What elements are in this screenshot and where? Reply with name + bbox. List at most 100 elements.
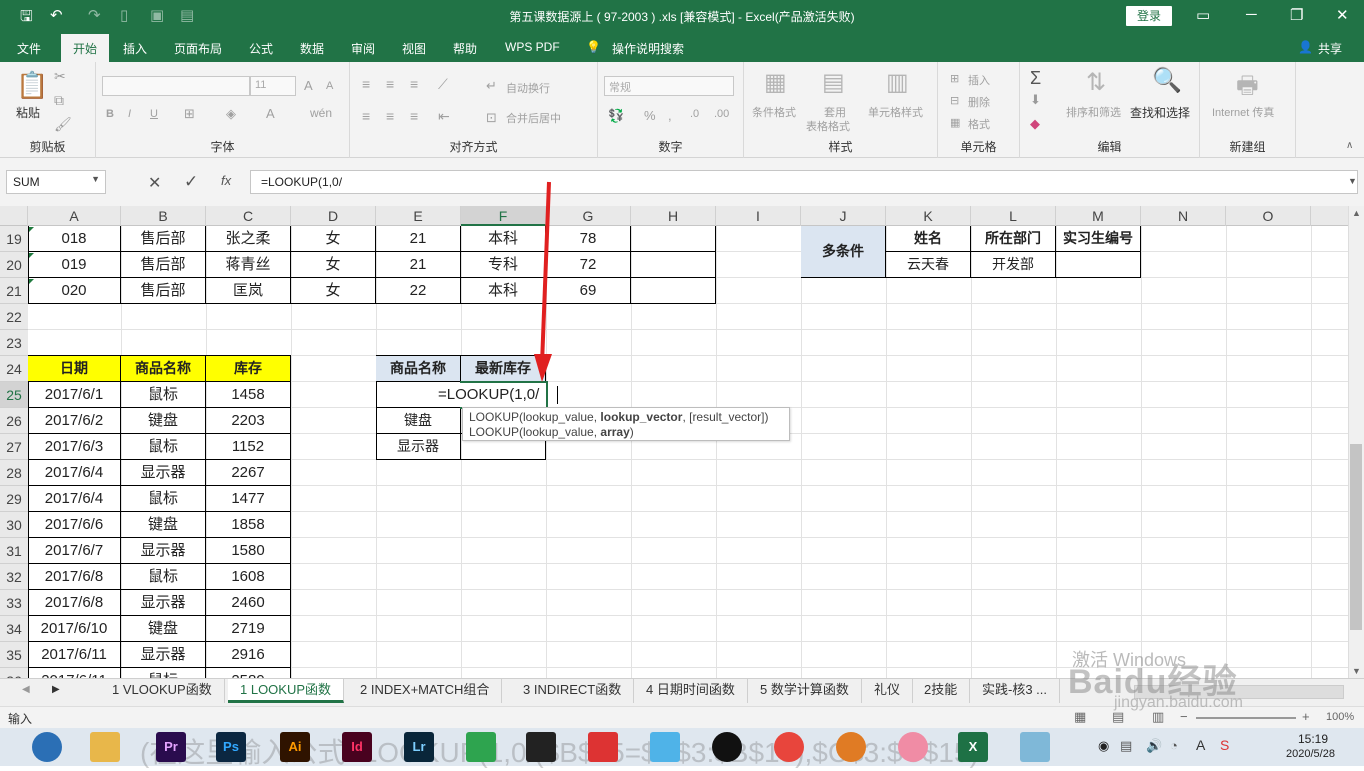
cell-a20[interactable]: 019 (28, 252, 121, 278)
column-header[interactable]: B (121, 206, 206, 226)
stock-table-cell[interactable]: 显示器 (121, 590, 206, 616)
tooltip-line-2[interactable]: LOOKUP(lookup_value, array) (469, 425, 783, 440)
cell-b19[interactable]: 售后部 (121, 226, 206, 252)
italic-button[interactable]: I (128, 108, 131, 120)
stock-table-cell[interactable]: 1580 (206, 538, 291, 564)
normal-view-icon[interactable]: ▦ (1074, 709, 1086, 725)
zoom-out-icon[interactable]: − (1180, 709, 1188, 724)
insert-function-button[interactable]: fx (221, 173, 231, 188)
merge-center-button[interactable]: 合并后居中 (506, 110, 561, 126)
cell-e27[interactable]: 显示器 (376, 434, 461, 460)
cartoon-app-icon[interactable] (898, 732, 928, 762)
stock-table-cell[interactable]: 1858 (206, 512, 291, 538)
expand-formula-icon[interactable]: ▼ (1348, 176, 1357, 186)
find-select-button[interactable]: 查找和选择 (1130, 104, 1190, 121)
stock-table-cell[interactable]: 鼠标 (121, 434, 206, 460)
bold-button[interactable]: B (106, 108, 114, 120)
insert-cells-icon[interactable]: ⊞ (950, 72, 959, 85)
cell-b21[interactable]: 售后部 (121, 278, 206, 304)
underline-button[interactable]: U (150, 108, 158, 120)
decrease-decimal-icon[interactable]: .00 (714, 108, 729, 120)
tab-help[interactable]: 帮助 (453, 40, 477, 57)
clock-date[interactable]: 2020/5/28 (1286, 748, 1335, 760)
close-icon[interactable]: ✕ (1336, 6, 1349, 24)
insert-cells-button[interactable]: 插入 (968, 72, 990, 88)
stock-table-cell[interactable]: 显示器 (121, 642, 206, 668)
share-button[interactable]: 共享 (1318, 40, 1342, 57)
file-explorer-icon[interactable] (90, 732, 120, 762)
stock-table-cell[interactable]: 鼠标 (121, 564, 206, 590)
stock-table-cell[interactable]: 2017/6/4 (28, 460, 121, 486)
align-right-icon[interactable]: ≡ (410, 108, 418, 124)
stock-table-cell[interactable]: 鼠标 (121, 486, 206, 512)
tab-home[interactable]: 开始 (61, 34, 110, 62)
prev-sheet-icon[interactable]: ◀ (22, 684, 30, 695)
cell-l20[interactable]: 开发部 (971, 252, 1056, 278)
formula-input[interactable]: =LOOKUP(1,0/ (250, 170, 1358, 194)
minimize-icon[interactable]: ─ (1246, 6, 1257, 23)
stock-table-cell[interactable]: 鼠标 (121, 382, 206, 408)
column-header[interactable]: L (971, 206, 1056, 226)
merge-icon[interactable]: ⊡ (486, 110, 497, 126)
row-header[interactable]: 31 (0, 538, 28, 564)
cut-icon[interactable]: ✂ (54, 68, 66, 85)
sort-filter-button[interactable]: 排序和筛选 (1066, 104, 1121, 120)
copy-icon[interactable]: ⧉ (54, 92, 64, 109)
excel-taskbar-icon[interactable]: X (958, 732, 988, 762)
column-header[interactable]: O (1226, 206, 1311, 226)
format-cells-button[interactable]: 格式 (968, 116, 990, 132)
volume-icon[interactable]: 🔊 (1146, 738, 1162, 754)
vertical-scroll-thumb[interactable] (1350, 444, 1362, 630)
delete-cells-icon[interactable]: ⊟ (950, 94, 959, 107)
font-color-icon[interactable]: A (266, 106, 275, 121)
stock-table-cell[interactable]: 键盘 (121, 512, 206, 538)
cell-h21[interactable] (631, 278, 716, 304)
cell-c20[interactable]: 蒋青丝 (206, 252, 291, 278)
grow-font-icon[interactable]: A (304, 78, 313, 93)
row-header[interactable]: 24 (0, 356, 28, 382)
wrap-text-button[interactable]: 自动换行 (506, 80, 550, 96)
name-box-dropdown-icon[interactable]: ▼ (91, 174, 100, 184)
cell-c21[interactable]: 匡岚 (206, 278, 291, 304)
wrap-text-icon[interactable]: ↵ (486, 78, 497, 94)
column-header[interactable]: C (206, 206, 291, 226)
font-name-combo[interactable] (102, 76, 250, 96)
row-header[interactable]: 29 (0, 486, 28, 512)
lookup-header-product[interactable]: 商品名称 (376, 356, 461, 382)
zoom-in-icon[interactable]: + (1302, 709, 1310, 724)
wifi-icon[interactable]: ◔ (1170, 738, 1178, 753)
stock-table-cell[interactable]: 2017/6/10 (28, 616, 121, 642)
cell-a19[interactable]: 018 (28, 226, 121, 252)
cell-k19[interactable]: 姓名 (886, 226, 971, 252)
name-box[interactable]: SUM ▼ (6, 170, 106, 194)
cell-styles-button[interactable]: 单元格样式 (868, 104, 923, 120)
cell-styles-icon[interactable]: ▥ (886, 68, 909, 97)
row-header[interactable]: 23 (0, 330, 28, 356)
stock-table-cell[interactable]: 1458 (206, 382, 291, 408)
sheet-tab[interactable]: 5 数学计算函数 (748, 679, 862, 703)
comma-button[interactable]: , (668, 108, 672, 123)
cancel-formula-button[interactable]: ✕ (148, 173, 161, 193)
chat-app-icon[interactable] (650, 732, 680, 762)
row-header[interactable]: 34 (0, 616, 28, 642)
cell-e19[interactable]: 21 (376, 226, 461, 252)
cell-h20[interactable] (631, 252, 716, 278)
cell-a21[interactable]: 020 (28, 278, 121, 304)
autosum-icon[interactable]: Σ (1030, 68, 1041, 89)
stock-table-cell[interactable]: 2017/6/7 (28, 538, 121, 564)
select-all-corner[interactable] (0, 206, 28, 226)
row-header[interactable]: 30 (0, 512, 28, 538)
stock-table-cell[interactable]: 键盘 (121, 616, 206, 642)
cell-edit-text[interactable]: =LOOKUP(1,0/ (436, 383, 542, 407)
stock-table-cell[interactable]: 2916 (206, 642, 291, 668)
start-orb-icon[interactable] (32, 732, 62, 762)
header-product[interactable]: 商品名称 (121, 356, 206, 382)
increase-decimal-icon[interactable]: .0 (690, 108, 699, 120)
fax-icon[interactable]: 🖶 (1236, 68, 1259, 109)
lightroom-icon[interactable]: Lr (404, 732, 434, 762)
sheet-tab[interactable]: 2技能 (912, 679, 971, 703)
header-date[interactable]: 日期 (28, 356, 121, 382)
align-left-icon[interactable]: ≡ (362, 108, 370, 124)
zoom-slider[interactable] (1196, 717, 1296, 719)
stock-table-cell[interactable]: 2460 (206, 590, 291, 616)
